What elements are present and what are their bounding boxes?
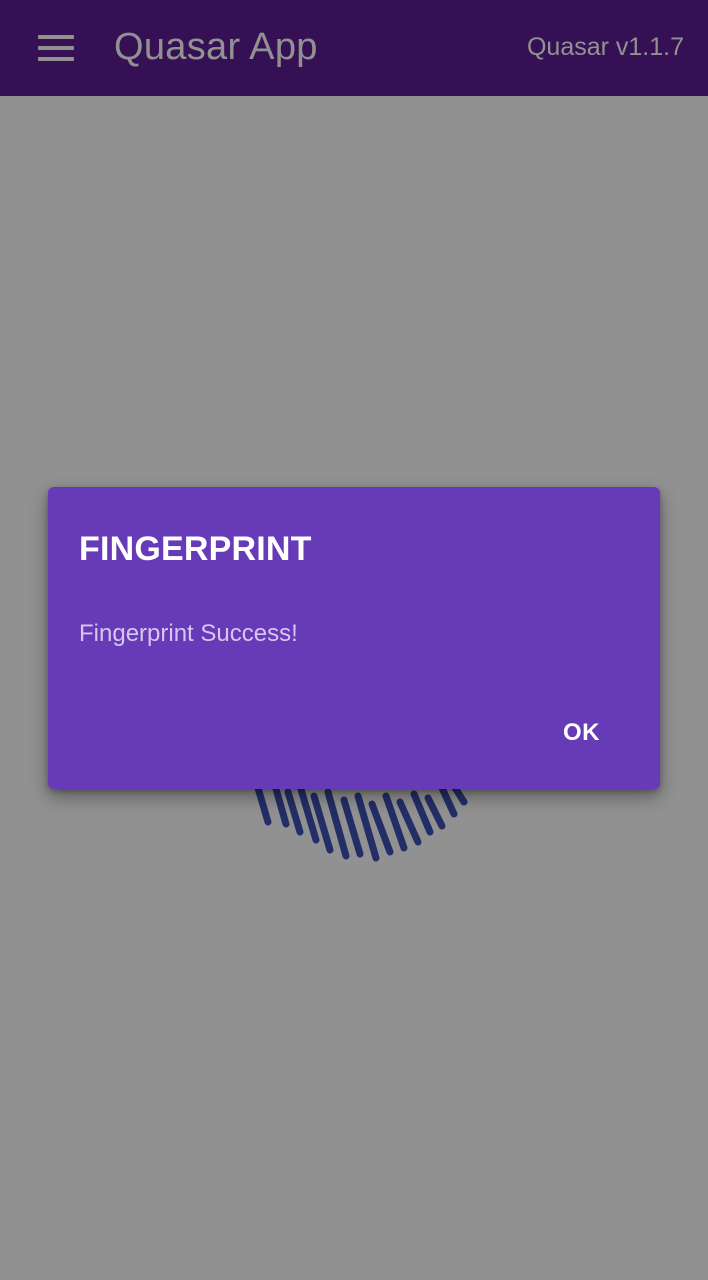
dialog-message: Fingerprint Success! bbox=[79, 620, 298, 647]
app-screen: Quasar App Quasar v1.1.7 FINGERPRINT Fin… bbox=[0, 0, 708, 1280]
fingerprint-dialog: FINGERPRINT Fingerprint Success! OK bbox=[48, 487, 660, 789]
dialog-title: FINGERPRINT bbox=[79, 530, 312, 568]
ok-button[interactable]: OK bbox=[537, 713, 626, 753]
